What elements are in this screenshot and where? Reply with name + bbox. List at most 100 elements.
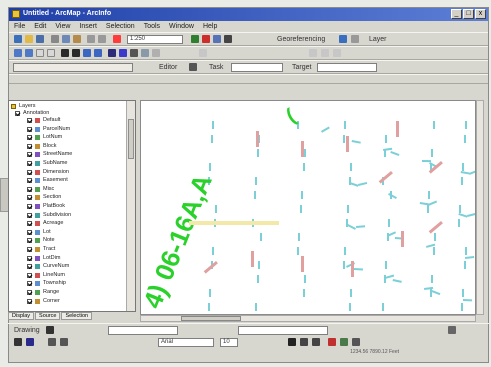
layer-visibility-checkbox[interactable] <box>27 298 32 304</box>
copy-icon[interactable] <box>62 35 70 43</box>
layer-visibility-checkbox[interactable] <box>27 152 32 158</box>
hyperlink-icon[interactable] <box>199 49 207 57</box>
select-features-icon[interactable] <box>108 49 116 57</box>
title-bar[interactable]: Untitled - ArcMap - ArcInfo _ □ x <box>9 8 488 21</box>
symbol-combo[interactable] <box>108 326 178 335</box>
layer-visibility-checkbox[interactable] <box>27 143 32 149</box>
layout-icon[interactable] <box>448 326 456 334</box>
find-icon[interactable] <box>141 49 149 57</box>
fixed-zoom-in-icon[interactable] <box>61 49 69 57</box>
scale-combo[interactable]: 1:250 <box>127 35 183 44</box>
back-extent-icon[interactable] <box>83 49 91 57</box>
font-size-combo[interactable]: 10 <box>220 338 238 347</box>
new-icon[interactable] <box>14 35 22 43</box>
redo-icon[interactable] <box>98 35 106 43</box>
rectangle-icon[interactable] <box>48 338 56 346</box>
editor-toolbar-icon[interactable] <box>191 35 199 43</box>
pan-icon[interactable] <box>36 49 44 57</box>
undo-icon[interactable] <box>87 35 95 43</box>
layer-visibility-checkbox[interactable] <box>27 272 32 278</box>
layer-visibility-checkbox[interactable] <box>27 238 32 244</box>
identify-icon[interactable] <box>130 49 138 57</box>
fill-color-icon[interactable] <box>340 338 348 346</box>
help-icon[interactable] <box>224 35 232 43</box>
group-checkbox[interactable] <box>15 111 20 116</box>
layer-visibility-checkbox[interactable] <box>27 204 32 209</box>
cut-icon[interactable] <box>51 35 59 43</box>
layer-visibility-checkbox[interactable] <box>27 161 32 166</box>
paste-icon[interactable] <box>73 35 81 43</box>
layer-combo[interactable] <box>13 63 133 72</box>
forward-extent-icon[interactable] <box>94 49 102 57</box>
layer-visibility-checkbox[interactable] <box>27 221 32 227</box>
layer-visibility-checkbox[interactable] <box>27 290 32 295</box>
fit-to-display-icon[interactable] <box>339 35 347 43</box>
tab-display[interactable]: Display <box>8 312 35 320</box>
pointer-icon[interactable] <box>14 338 22 346</box>
open-icon[interactable] <box>25 35 33 43</box>
task-combo[interactable] <box>231 63 283 72</box>
style-combo[interactable] <box>238 326 328 335</box>
map-vertical-scrollbar[interactable] <box>476 100 484 315</box>
menu-insert[interactable]: Insert <box>79 21 97 32</box>
menu-window[interactable]: Window <box>169 21 194 32</box>
menu-tools[interactable]: Tools <box>144 21 160 32</box>
save-icon[interactable] <box>36 35 44 43</box>
magnifier-icon[interactable] <box>321 49 329 57</box>
underline-icon[interactable] <box>312 338 320 346</box>
full-extent-icon[interactable] <box>47 49 55 57</box>
toc-scroll-thumb[interactable] <box>128 119 134 159</box>
layer-visibility-checkbox[interactable] <box>27 169 32 175</box>
time-slider-icon[interactable] <box>309 49 317 57</box>
tab-selection[interactable]: Selection <box>61 312 93 320</box>
line-color-icon[interactable] <box>352 338 360 346</box>
layer-visibility-checkbox[interactable] <box>27 247 32 252</box>
zoom-out-icon[interactable] <box>25 49 33 57</box>
rotate-element-icon[interactable] <box>26 338 34 346</box>
layer-visibility-checkbox[interactable] <box>27 212 32 218</box>
menu-edit[interactable]: Edit <box>34 21 46 32</box>
large-annotation-label[interactable]: 4) 06-16A,A <box>141 170 218 313</box>
layer-visibility-checkbox[interactable] <box>27 264 32 270</box>
target-combo[interactable] <box>317 63 377 72</box>
fixed-zoom-out-icon[interactable] <box>72 49 80 57</box>
menu-file[interactable]: File <box>14 21 25 32</box>
map-display[interactable]: 4) 06-16A,A ( <box>140 100 476 315</box>
minimize-button[interactable]: _ <box>451 9 462 19</box>
layer-visibility-checkbox[interactable] <box>27 281 32 287</box>
menu-view[interactable]: View <box>55 21 70 32</box>
rotate-icon[interactable] <box>351 35 359 43</box>
layer-visibility-checkbox[interactable] <box>27 135 32 141</box>
bold-icon[interactable] <box>288 338 296 346</box>
editor-menu[interactable]: Editor <box>159 64 177 71</box>
catalog-icon[interactable] <box>213 35 221 43</box>
tab-source[interactable]: Source <box>35 312 61 320</box>
layer-visibility-checkbox[interactable] <box>27 229 32 235</box>
drawing-menu[interactable]: Drawing <box>14 327 40 334</box>
zoom-in-icon[interactable] <box>14 49 22 57</box>
menu-selection[interactable]: Selection <box>106 21 135 32</box>
layer-visibility-checkbox[interactable] <box>27 178 32 184</box>
maximize-button[interactable]: □ <box>463 9 474 19</box>
font-color-icon[interactable] <box>328 338 336 346</box>
text-icon[interactable] <box>60 338 68 346</box>
font-combo[interactable]: Arial <box>158 338 214 347</box>
add-data-icon[interactable] <box>113 35 121 43</box>
map-horizontal-scrollbar[interactable] <box>140 315 476 322</box>
select-elements-icon-2[interactable] <box>46 326 54 334</box>
close-button[interactable]: x <box>475 9 486 19</box>
layer-visibility-checkbox[interactable] <box>27 195 32 201</box>
select-elements-icon[interactable] <box>119 49 127 57</box>
italic-icon[interactable] <box>300 338 308 346</box>
measure-icon[interactable] <box>152 49 160 57</box>
georeferencing-menu[interactable]: Georeferencing <box>277 36 325 43</box>
toc-scrollbar[interactable] <box>126 101 135 311</box>
edit-tool-icon[interactable] <box>189 63 197 71</box>
layer-visibility-checkbox[interactable] <box>27 118 32 123</box>
map-hscroll-thumb[interactable] <box>181 316 241 321</box>
swipe-icon[interactable] <box>333 49 341 57</box>
menu-help[interactable]: Help <box>203 21 217 32</box>
layer-visibility-checkbox[interactable] <box>27 126 32 132</box>
layer-visibility-checkbox[interactable] <box>27 186 32 192</box>
layer-visibility-checkbox[interactable] <box>27 255 32 261</box>
